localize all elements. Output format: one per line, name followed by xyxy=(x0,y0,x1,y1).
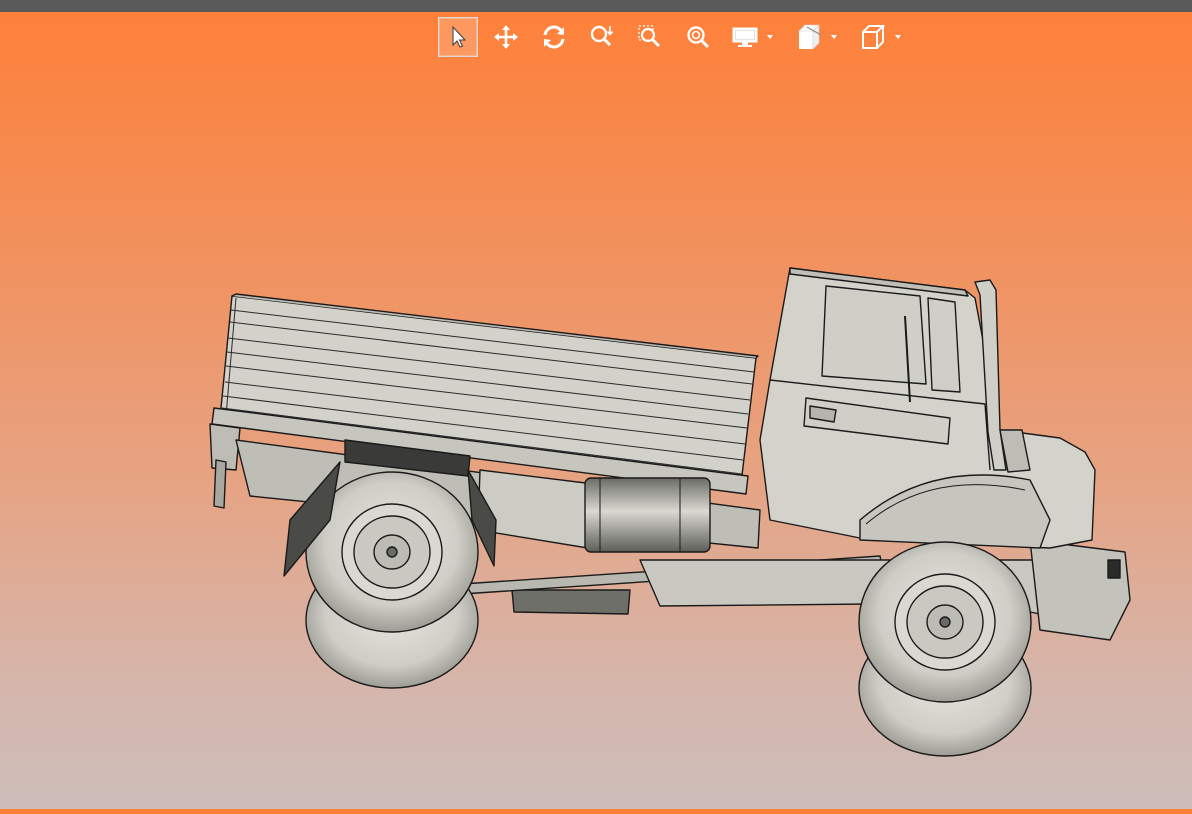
truck-model[interactable] xyxy=(0,12,1192,809)
fuel-tank xyxy=(584,477,711,553)
window-top-bar xyxy=(0,0,1192,12)
3d-viewport[interactable] xyxy=(0,12,1192,809)
truck-cab xyxy=(759,267,1096,549)
front-wheel xyxy=(858,541,1032,757)
